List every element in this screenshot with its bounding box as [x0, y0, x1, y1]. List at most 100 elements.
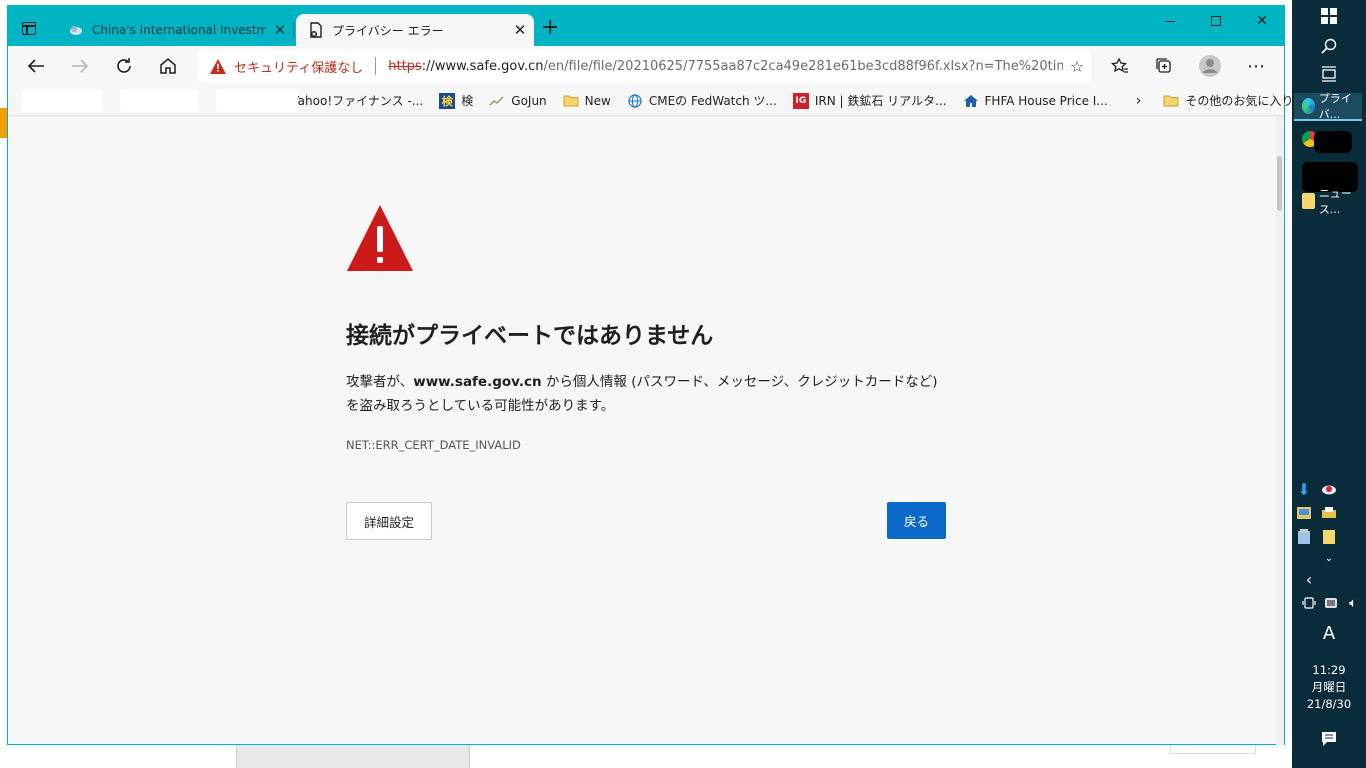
address-divider	[375, 57, 377, 75]
add-favorite-icon[interactable]: ☆	[1063, 57, 1091, 76]
more-menu-icon[interactable]: ⋯	[1240, 52, 1272, 80]
printer-tray-icon[interactable]	[1320, 504, 1338, 522]
new-tab-icon[interactable]: +	[541, 17, 559, 39]
tray-expand-icon[interactable]: ⌄	[1320, 549, 1338, 567]
url-host: ://www.safe.gov.cn	[421, 58, 544, 74]
task-view-icon[interactable]	[1292, 64, 1366, 84]
collections-icon[interactable]	[1148, 52, 1180, 80]
redacted-bookmark	[22, 90, 102, 112]
ig-icon: IG	[792, 92, 809, 109]
bookmark-label: FHFA House Price I...	[984, 93, 1108, 108]
address-bar[interactable]: セキュリティ保護なし https ://www.safe.gov.cn /en/…	[198, 50, 1091, 82]
redacted-bookmark	[120, 90, 198, 112]
error-title: 接続がプライベートではありません	[346, 323, 714, 349]
tab-actions-icon[interactable]	[18, 18, 38, 38]
broken-page-icon	[308, 22, 324, 38]
minimize-icon[interactable]	[1147, 6, 1193, 36]
tab-china-investment[interactable]: China's International Investment ✕	[56, 14, 294, 46]
bookmark-label: 検	[461, 94, 474, 108]
download-arrow-icon[interactable]: ⬇	[1295, 480, 1313, 499]
desc-before: 攻撃者が、	[346, 374, 414, 390]
bookmark-label: CMEの FedWatch ツ...	[648, 94, 777, 108]
other-favorites[interactable]: その他のお気に入り	[1155, 92, 1301, 109]
bookmark-new-folder[interactable]: New	[555, 93, 619, 109]
error-content: 接続がプライベートではありません 攻撃者が、www.safe.gov.cn から…	[346, 204, 946, 452]
folder-icon	[1163, 93, 1179, 109]
kanji-icon: 検	[439, 92, 456, 109]
bookmark-label: Yahoo!ファイナンス -...	[292, 94, 424, 108]
error-description: 攻撃者が、www.safe.gov.cn から個人情報 (パスワード、メッセージ…	[346, 370, 946, 418]
bookmark-fhfa[interactable]: FHFA House Price I...	[955, 93, 1116, 109]
advanced-button[interactable]: 詳細設定	[346, 502, 432, 540]
tablet-tray-icon[interactable]	[1300, 594, 1318, 612]
title-bar: China's International Investment ✕ プライバシ…	[8, 6, 1284, 46]
tab-title: China's International Investment	[92, 23, 266, 37]
close-tab-icon[interactable]: ✕	[506, 21, 534, 39]
taskbar-clock[interactable]: 11:29 月曜日 21/8/30	[1292, 662, 1366, 713]
bookmark-label: New	[584, 93, 611, 108]
close-window-icon[interactable]: ✕	[1239, 6, 1285, 36]
scrollbar-thumb[interactable]	[1277, 156, 1282, 211]
chart-icon	[489, 93, 505, 109]
clock-day: 月曜日	[1311, 680, 1347, 694]
search-icon[interactable]	[1292, 36, 1366, 56]
forward-arrow-icon	[64, 52, 96, 80]
warning-icon[interactable]	[210, 58, 226, 74]
taskbar-app-label: ニュース...	[1318, 187, 1352, 216]
taskbar-app-notes[interactable]: ニュース...	[1294, 187, 1362, 216]
battery-tray-icon[interactable]	[1322, 594, 1340, 612]
url-path: /en/file/file/20210625/7755aa87c2ca49e28…	[543, 58, 1063, 74]
warning-triangle-icon	[346, 204, 414, 272]
app-tray-icon[interactable]	[1295, 504, 1313, 522]
notepad-tray-icon[interactable]	[1295, 528, 1313, 546]
clock-date: 21/8/30	[1306, 697, 1352, 711]
notification-icon[interactable]	[1292, 728, 1366, 750]
bookmark-cme[interactable]: CMEの FedWatch ツ...	[619, 92, 785, 109]
house-icon	[963, 93, 979, 109]
redacted-area	[1314, 131, 1352, 153]
bookmark-label: GoJun	[511, 93, 547, 108]
navigation-toolbar: セキュリティ保護なし https ://www.safe.gov.cn /en/…	[8, 46, 1284, 86]
bookmark-label: IRN | 鉄鉱石 リアルタ...	[814, 94, 947, 108]
background-accent	[0, 108, 7, 138]
background-box	[1170, 744, 1256, 754]
browser-window: China's International Investment ✕ プライバシ…	[7, 5, 1293, 746]
maximize-icon[interactable]	[1193, 6, 1239, 36]
redacted-bookmark	[216, 90, 298, 112]
start-windows-icon[interactable]	[1292, 6, 1366, 26]
bookmark-gojun[interactable]: GoJun	[481, 93, 554, 109]
background-tab	[236, 744, 470, 768]
globe-icon	[627, 93, 643, 109]
url-scheme: https	[388, 58, 422, 74]
bookmark-label: その他のお気に入り	[1185, 94, 1294, 108]
folder-icon	[563, 93, 579, 109]
page-scrollbar[interactable]	[1276, 116, 1284, 746]
edge-icon	[1302, 98, 1315, 114]
bookmarks-overflow-icon[interactable]: ›	[1116, 93, 1156, 109]
refresh-icon[interactable]	[108, 52, 140, 80]
bookmark-kanji[interactable]: 検 検	[431, 92, 481, 109]
back-arrow-icon[interactable]	[20, 52, 52, 80]
security-label[interactable]: セキュリティ保護なし	[234, 57, 363, 76]
desc-host: www.safe.gov.cn	[413, 374, 542, 390]
tab-privacy-error[interactable]: プライバシー エラー ✕	[296, 14, 534, 46]
tab-title: プライバシー エラー	[332, 23, 444, 38]
error-code: NET::ERR_CERT_DATE_INVALID	[346, 438, 521, 452]
home-icon[interactable]	[152, 52, 184, 80]
note-icon	[1302, 193, 1315, 209]
chevron-left-icon[interactable]: ‹	[1300, 570, 1318, 589]
favorites-bar: 株価 ニュ Y! Yahoo!ファイナンス -... 検 検 GoJun New	[8, 86, 1293, 116]
close-tab-icon[interactable]: ✕	[266, 21, 294, 39]
back-button[interactable]: 戻る	[887, 502, 946, 539]
favorites-icon[interactable]	[1104, 52, 1136, 80]
cloud-icon	[68, 22, 84, 38]
ime-indicator[interactable]: A	[1292, 622, 1366, 644]
network-tray-icon[interactable]	[1320, 480, 1338, 498]
profile-avatar-icon[interactable]	[1194, 52, 1226, 80]
volume-icon[interactable]: 🔈︎	[1344, 594, 1362, 612]
taskbar: プライバ... ニュース... ⬇ ⌄ ‹ 🔈︎ A 11:29 月曜日 21/…	[1292, 0, 1366, 768]
taskbar-app-edge[interactable]: プライバ...	[1294, 92, 1362, 121]
bookmark-irn[interactable]: IG IRN | 鉄鉱石 リアルタ...	[785, 92, 955, 109]
sticky-tray-icon[interactable]	[1320, 528, 1338, 546]
clock-time: 11:29	[1312, 663, 1346, 677]
